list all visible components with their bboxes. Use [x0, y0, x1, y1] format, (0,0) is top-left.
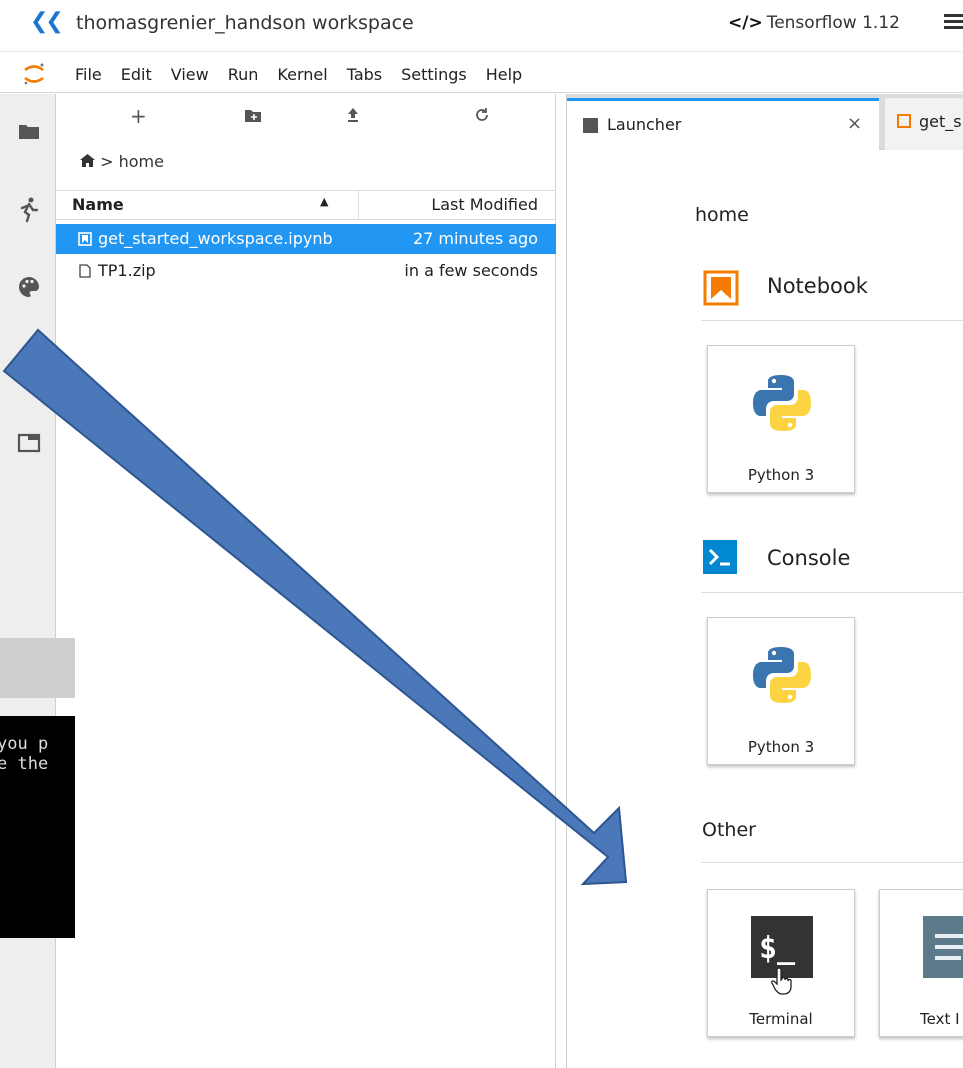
launcher-card-notebook-python3[interactable]: Python 3: [707, 345, 855, 493]
environment-name: Tensorflow 1.12: [766, 13, 900, 33]
console-icon: [703, 540, 737, 574]
svg-text:$_: $_: [759, 931, 796, 966]
launcher-card-text-file[interactable]: Text I: [879, 889, 963, 1037]
folder-icon[interactable]: [14, 116, 44, 146]
notebook-icon: [703, 270, 739, 306]
file-browser-toolbar: +: [56, 94, 556, 140]
launcher-card-terminal[interactable]: $_ Terminal: [707, 889, 855, 1037]
text-file-icon: [923, 916, 963, 978]
terminal-line: you p: [0, 734, 49, 754]
home-icon[interactable]: [80, 154, 95, 167]
top-bar: ❮❮ thomasgrenier_handson workspace </> Te…: [0, 0, 963, 52]
wrench-icon[interactable]: [14, 350, 44, 380]
launcher-card-console-python3[interactable]: Python 3: [707, 617, 855, 765]
file-name: TP1.zip: [98, 261, 156, 280]
card-label: Python 3: [747, 466, 815, 484]
breadcrumb-home[interactable]: home: [119, 152, 164, 171]
column-divider[interactable]: [358, 191, 359, 219]
tab-label: Launcher: [607, 115, 682, 134]
menu-run[interactable]: Run: [228, 65, 259, 84]
file-browser: + > home Name ▲ Last Modified get_starte…: [56, 94, 556, 1068]
file-row[interactable]: get_started_workspace.ipynb 27 minutes a…: [56, 224, 556, 254]
jupyter-logo-icon: [24, 63, 44, 85]
python-logo-icon: [753, 375, 811, 431]
section-divider: [701, 862, 963, 863]
card-label: Terminal: [749, 1010, 813, 1028]
menu-view[interactable]: View: [171, 65, 209, 84]
notebook-icon: [78, 232, 92, 246]
breadcrumb: > home: [80, 152, 164, 171]
column-modified-header[interactable]: Last Modified: [431, 195, 538, 214]
menu-edit[interactable]: Edit: [121, 65, 152, 84]
file-modified: in a few seconds: [404, 261, 538, 280]
menu-bar: File Edit View Run Kernel Tabs Settings …: [0, 55, 963, 93]
card-label: Text I: [920, 1010, 960, 1028]
menu-tabs[interactable]: Tabs: [347, 65, 382, 84]
card-label: Python 3: [747, 738, 815, 756]
sort-ascending-icon: ▲: [320, 195, 329, 208]
menu-kernel[interactable]: Kernel: [277, 65, 327, 84]
tab-launcher[interactable]: Launcher ×: [567, 98, 879, 150]
launcher-icon: [583, 118, 598, 133]
python-logo-icon: [753, 647, 811, 703]
file-row[interactable]: TP1.zip in a few seconds: [56, 256, 556, 286]
main-dock-area: Launcher × get_s home Notebook Python 3: [566, 94, 963, 1068]
file-icon: [79, 264, 91, 278]
tab-bar: Launcher × get_s: [567, 94, 963, 150]
running-icon[interactable]: [14, 194, 44, 224]
column-name-header[interactable]: Name: [72, 195, 124, 214]
upload-icon[interactable]: [346, 107, 360, 123]
code-icon: </>: [728, 13, 763, 33]
file-list-header: Name ▲ Last Modified: [56, 190, 556, 220]
file-name: get_started_workspace.ipynb: [98, 229, 333, 248]
new-folder-icon[interactable]: [245, 108, 261, 122]
tab-get-started[interactable]: get_s: [885, 98, 963, 150]
environment-indicator[interactable]: </> Tensorflow 1.12: [728, 13, 900, 33]
hamburger-menu-icon[interactable]: [944, 14, 963, 32]
background-window-titlebar: [0, 638, 75, 698]
section-title-other: Other: [702, 819, 756, 841]
section-title-notebook: Notebook: [767, 274, 868, 298]
section-divider: [701, 592, 963, 593]
tabs-icon[interactable]: [14, 428, 44, 458]
launcher-cwd: home: [695, 204, 749, 226]
breadcrumb-separator: >: [100, 152, 114, 171]
refresh-icon[interactable]: [474, 107, 490, 123]
close-tab-icon[interactable]: ×: [847, 113, 862, 134]
new-launcher-button[interactable]: +: [130, 104, 147, 128]
hand-cursor-icon: [771, 967, 792, 995]
menu-help[interactable]: Help: [486, 65, 522, 84]
menu-settings[interactable]: Settings: [401, 65, 467, 84]
workspace-title: thomasgrenier_handson workspace: [76, 12, 414, 34]
terminal-line: e the: [0, 754, 49, 774]
palette-icon[interactable]: [14, 272, 44, 302]
section-title-console: Console: [767, 546, 851, 570]
menu-file[interactable]: File: [75, 65, 102, 84]
file-modified: 27 minutes ago: [412, 229, 538, 248]
background-terminal-window: you p e the: [0, 716, 75, 938]
page: ❮❮ thomasgrenier_handson workspace </> Te…: [0, 0, 963, 1068]
collapse-sidebar-icon[interactable]: ❮❮: [30, 10, 64, 34]
section-divider: [701, 320, 963, 321]
tab-label: get_s: [919, 112, 962, 131]
notebook-icon: [897, 114, 911, 128]
